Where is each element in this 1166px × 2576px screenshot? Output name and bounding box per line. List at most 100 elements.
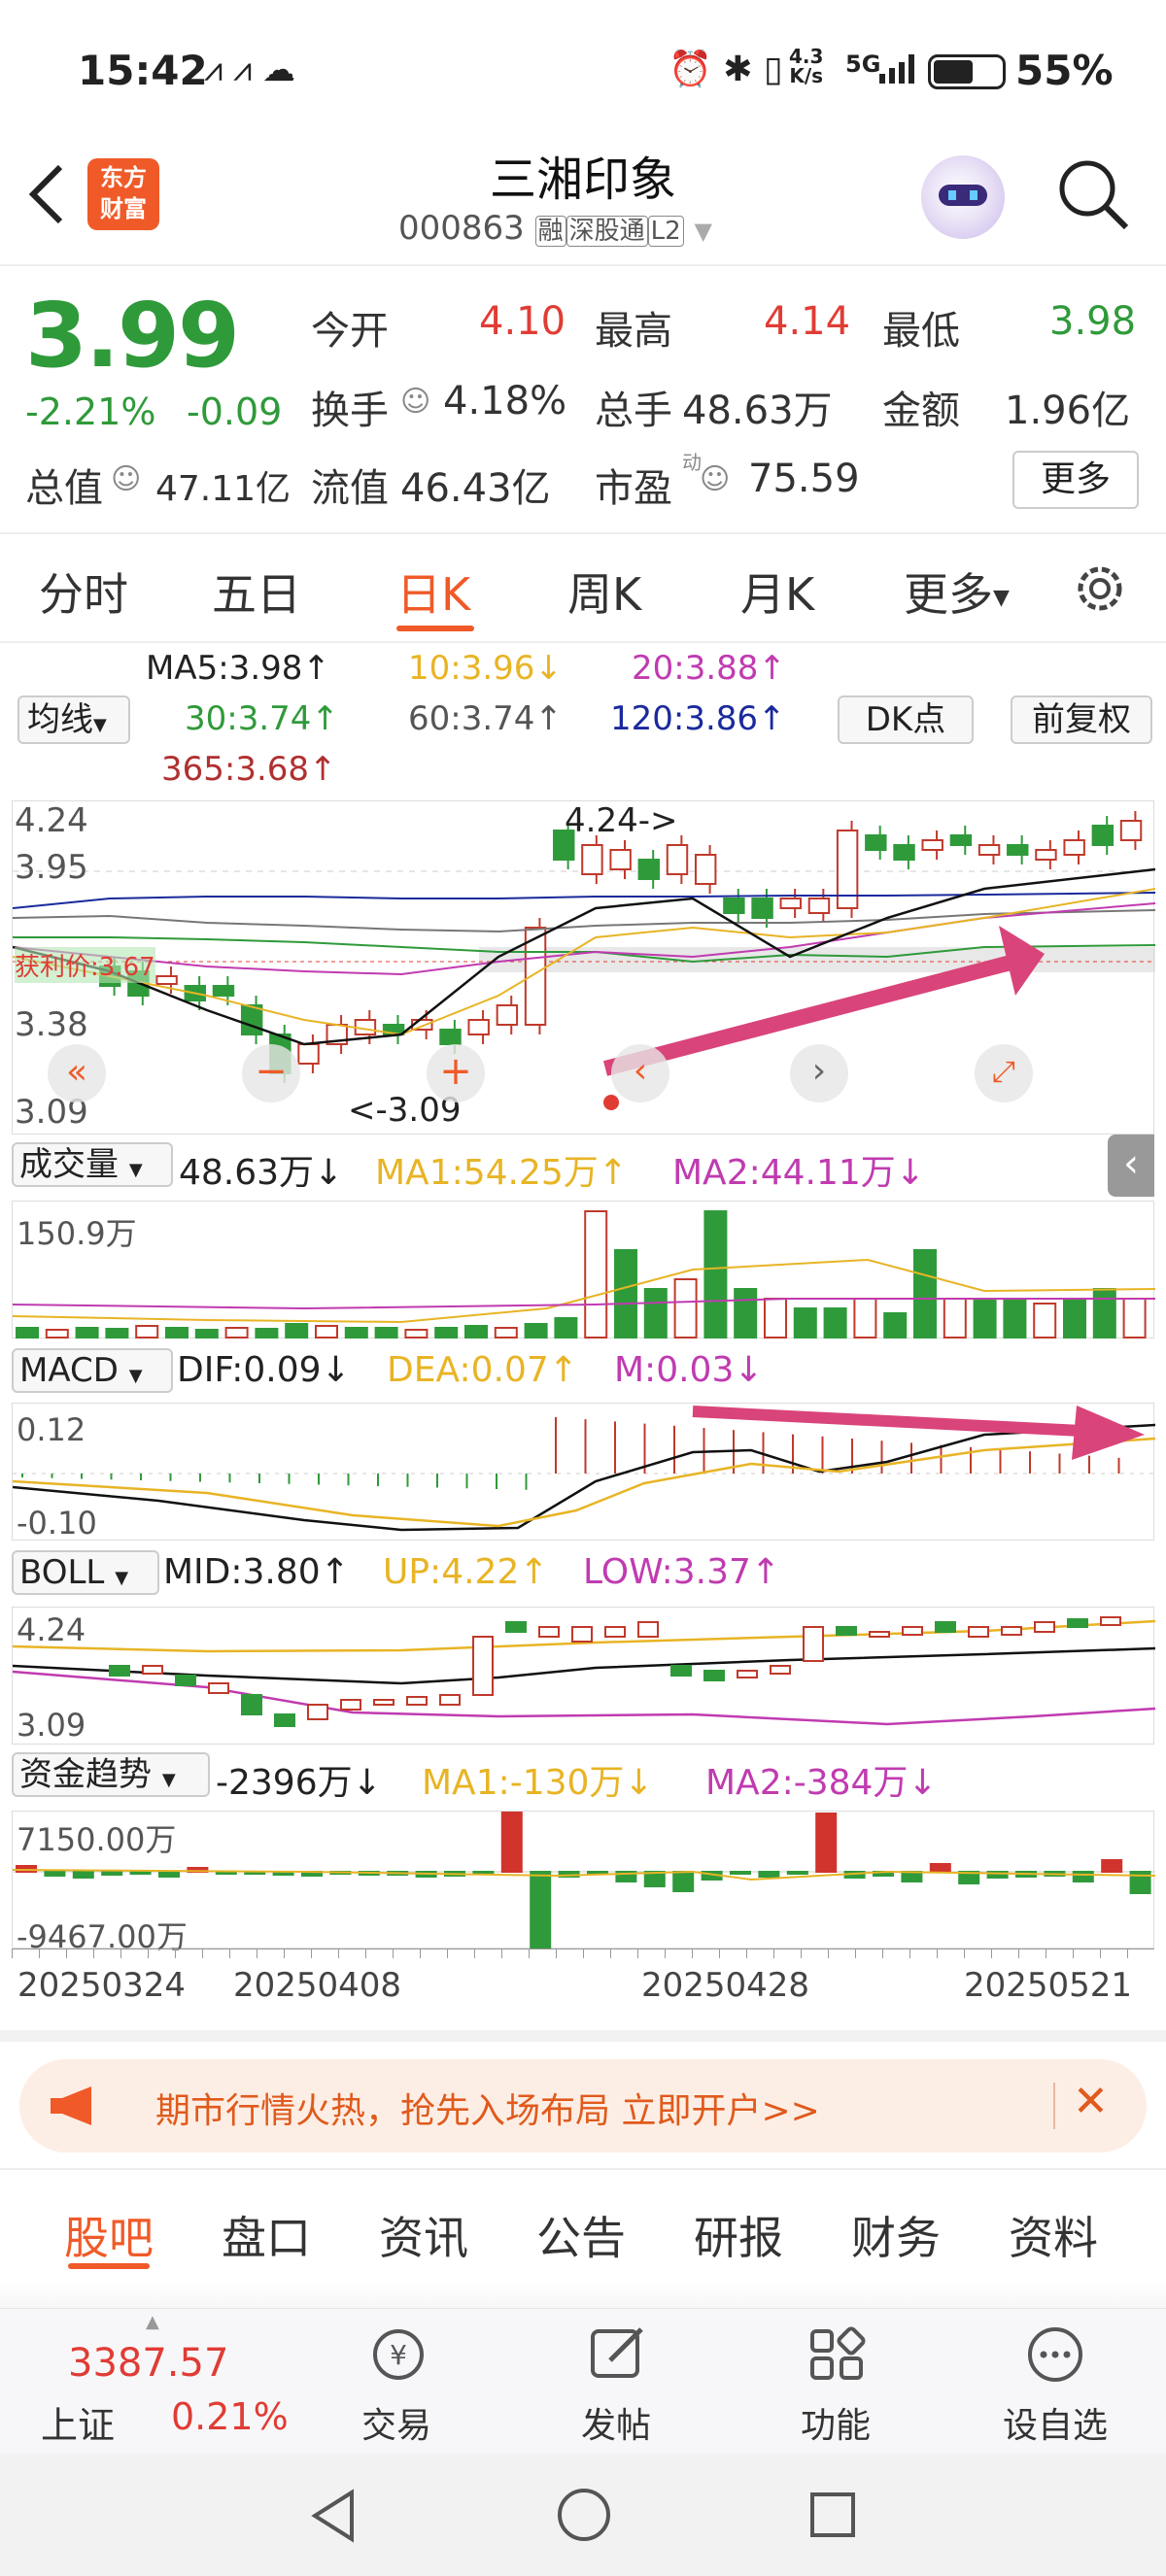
volume-bar	[255, 1328, 279, 1339]
ma-selector[interactable]: 均线▼	[17, 695, 130, 744]
settings-gear-icon[interactable]	[1071, 559, 1129, 618]
boll-candle	[1100, 1616, 1121, 1626]
kline-max-marker: 4.24->	[565, 801, 678, 840]
kline-chart[interactable]: 4.24 3.95 3.38 3.09 获利价:3.67 4.24-> <-3.…	[12, 800, 1156, 1135]
tab-more[interactable]: 更多▼	[904, 559, 1010, 624]
functions-icon[interactable]	[806, 2323, 869, 2386]
kline-candle	[1063, 839, 1085, 856]
high-label: 最高	[595, 309, 672, 354]
macd-selector[interactable]: MACD ▼	[12, 1348, 173, 1393]
tab-weekly-k[interactable]: 周K	[567, 559, 641, 624]
promo-banner[interactable]: 期市行情火热，抢先入场布局 立即开户>> ✕	[19, 2059, 1147, 2152]
change-value: -0.09	[187, 390, 283, 433]
system-recents-icon[interactable]	[810, 2492, 855, 2537]
more-button[interactable]: 更多	[1012, 451, 1139, 509]
dk-point-button[interactable]: DK点	[838, 695, 974, 744]
fund-bar	[730, 1871, 751, 1875]
stock-code-line[interactable]: 000863 融深股通 L2 ▼	[398, 209, 712, 248]
zoom-in-icon[interactable]: +	[427, 1044, 485, 1102]
mktcap-label: 总值	[25, 466, 103, 511]
volume-bar	[16, 1327, 39, 1339]
info-icon[interactable]: ☺	[400, 385, 430, 419]
fund-selector[interactable]: 资金趋势 ▼	[12, 1752, 210, 1797]
tab-daily-k[interactable]: 日K	[396, 559, 470, 624]
fullscreen-icon[interactable]: ⤢	[975, 1044, 1033, 1102]
trade-icon[interactable]: ¥	[367, 2323, 429, 2386]
kline-candle	[609, 849, 632, 870]
tab-news[interactable]: 资讯	[379, 2203, 468, 2267]
tab-orderbook[interactable]: 盘口	[222, 2203, 311, 2267]
boll-low: LOW:3.37↑	[583, 1552, 781, 1592]
index-value[interactable]: 3387.57	[68, 2341, 228, 2386]
boll-candle	[373, 1699, 394, 1706]
boll-candle	[175, 1675, 196, 1686]
header-divider	[0, 264, 1166, 266]
volume-bar	[524, 1323, 548, 1339]
boll-y-top: 4.24	[17, 1611, 86, 1648]
close-icon[interactable]: ✕	[1073, 2077, 1109, 2126]
system-back-icon[interactable]	[309, 2489, 360, 2543]
fund-bar	[758, 1871, 780, 1878]
rewind-icon[interactable]: «	[48, 1044, 106, 1102]
volume-ma1: MA1:54.25万↑	[375, 1153, 628, 1193]
chevron-down-icon: ▼	[128, 1366, 143, 1386]
date-label-2: 20250408	[233, 1966, 402, 2005]
volume-bar	[404, 1329, 429, 1339]
low-value: 3.98	[1049, 299, 1137, 344]
tab-research[interactable]: 研报	[694, 2203, 783, 2267]
tab-intraday[interactable]: 分时	[39, 559, 128, 624]
fund-bar	[129, 1871, 152, 1875]
tab-forum[interactable]: 股吧	[64, 2203, 154, 2267]
chevron-down-icon: ▼	[93, 715, 107, 735]
tab-finance[interactable]: 财务	[851, 2203, 941, 2267]
volume-bar	[913, 1249, 937, 1339]
search-icon[interactable]	[1054, 155, 1132, 233]
volume-bar	[823, 1307, 847, 1339]
post-icon[interactable]	[587, 2323, 649, 2386]
macd-dif: DIF:0.09↓	[177, 1350, 351, 1390]
volume-selector[interactable]: 成交量 ▼	[12, 1142, 173, 1187]
turnover-value: 4.18%	[443, 379, 567, 424]
volume-bar	[165, 1327, 189, 1339]
volume-bar	[374, 1327, 398, 1339]
turnover-label: 换手	[311, 389, 389, 433]
kline-candle	[865, 834, 887, 851]
boll-candle	[737, 1670, 758, 1678]
adjust-button[interactable]: 前复权	[1011, 695, 1152, 744]
collapse-panel-icon[interactable]: ‹	[1108, 1135, 1154, 1197]
tab-five-day[interactable]: 五日	[212, 559, 301, 624]
nav-post[interactable]: 发帖	[581, 2397, 651, 2448]
watchlist-icon[interactable]	[1024, 2323, 1086, 2386]
zoom-out-icon[interactable]: −	[242, 1044, 300, 1102]
volume-bar	[584, 1210, 608, 1339]
index-name[interactable]: 上证	[41, 2395, 115, 2449]
info-icon[interactable]: ☺	[700, 462, 730, 496]
boll-selector[interactable]: BOLL ▼	[12, 1550, 159, 1595]
position-dot	[603, 1095, 619, 1110]
float-value: 46.43亿	[400, 466, 551, 511]
high-value: 4.14	[764, 299, 851, 344]
info-icon[interactable]: ☺	[111, 462, 141, 496]
date-label-3: 20250428	[641, 1966, 810, 2005]
tab-profile[interactable]: 资料	[1009, 2203, 1098, 2267]
next-icon[interactable]: ›	[790, 1044, 848, 1102]
robot-assistant-icon[interactable]	[921, 155, 1005, 239]
dropdown-icon: ▼	[694, 218, 712, 245]
kline-candle	[893, 844, 915, 861]
volume-bar	[793, 1307, 817, 1339]
nav-watchlist[interactable]: 设自选	[1003, 2397, 1108, 2448]
volume-bar	[643, 1288, 668, 1339]
boll-candle	[770, 1665, 791, 1675]
nav-trade[interactable]: 交易	[361, 2397, 431, 2448]
kline-candle	[297, 1043, 320, 1065]
tab-announcements[interactable]: 公告	[536, 2203, 626, 2267]
system-home-icon[interactable]	[558, 2489, 610, 2541]
boll-candle	[935, 1621, 956, 1633]
tab-monthly-k[interactable]: 月K	[740, 559, 814, 624]
nav-functions[interactable]: 功能	[801, 2397, 871, 2448]
net-speed: 4.3 K/s	[789, 45, 824, 87]
prev-icon[interactable]: ‹	[611, 1044, 669, 1102]
fund-bar	[1072, 1871, 1094, 1882]
boll-candle	[1001, 1626, 1022, 1636]
boll-candle	[472, 1636, 494, 1696]
